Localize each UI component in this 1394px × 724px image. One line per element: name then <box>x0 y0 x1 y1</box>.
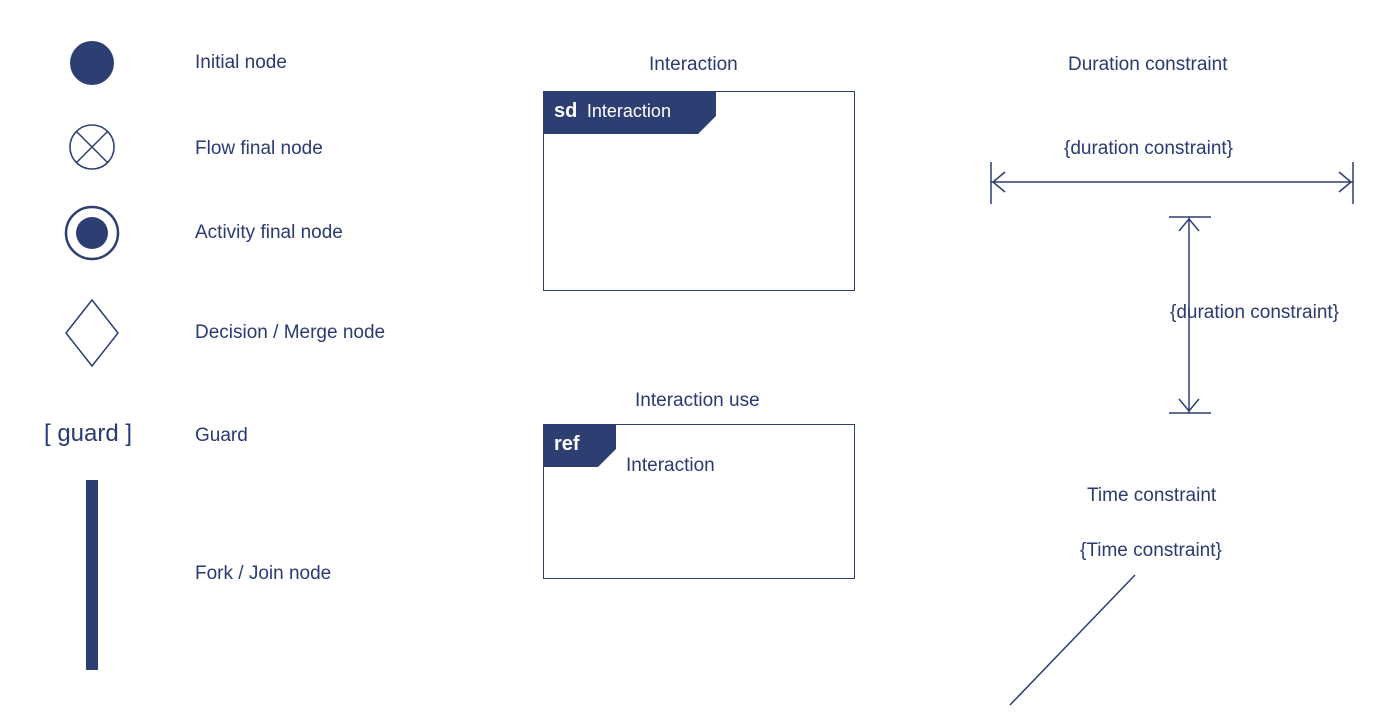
duration-horizontal-arrow-icon <box>989 160 1355 204</box>
time-constraint-title: Time constraint <box>1087 485 1216 507</box>
guard-label: Guard <box>195 425 248 447</box>
sd-tag-text: Interaction <box>587 101 671 121</box>
sd-tag-prefix: sd <box>554 100 577 122</box>
initial-node-icon <box>69 40 115 86</box>
interaction-title: Interaction <box>649 54 738 76</box>
activity-final-icon <box>64 205 120 261</box>
time-constraint-line-icon <box>1005 570 1145 710</box>
flow-final-icon <box>69 124 115 170</box>
ref-interaction-text: Interaction <box>626 455 715 477</box>
fork-join-icon <box>86 480 98 670</box>
decision-merge-icon <box>64 298 120 368</box>
duration-horizontal-text: {duration constraint} <box>1064 138 1233 160</box>
activity-final-label: Activity final node <box>195 222 343 244</box>
interaction-use-frame: ref Interaction <box>543 424 855 579</box>
duration-vertical-text: {duration constraint} <box>1170 302 1339 324</box>
guard-symbol: [ guard ] <box>44 420 132 448</box>
interaction-frame: sd Interaction <box>543 91 855 291</box>
initial-node-label: Initial node <box>195 52 287 74</box>
time-constraint-text: {Time constraint} <box>1080 540 1222 562</box>
flow-final-label: Flow final node <box>195 138 323 160</box>
ref-tag-text: ref <box>554 433 580 456</box>
fork-join-label: Fork / Join node <box>195 563 331 585</box>
interaction-use-title: Interaction use <box>635 390 760 412</box>
decision-merge-label: Decision / Merge node <box>195 322 385 344</box>
duration-constraint-title: Duration constraint <box>1068 54 1227 76</box>
